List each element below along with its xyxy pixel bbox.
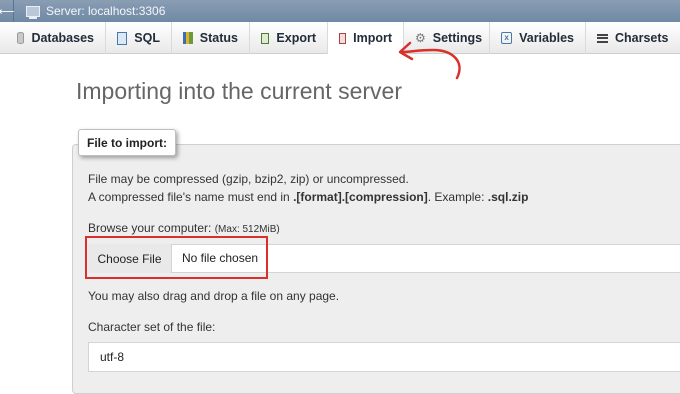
- status-icon: [183, 32, 193, 44]
- filename-rule: A compressed file's name must end in .[f…: [88, 190, 528, 204]
- tab-import[interactable]: Import: [328, 22, 404, 55]
- fieldset-legend: File to import:: [78, 129, 176, 156]
- charset-select[interactable]: utf-8: [88, 342, 680, 372]
- annotation-arrow-icon: [398, 41, 461, 80]
- sql-icon: [117, 31, 128, 45]
- tab-charsets[interactable]: Charsets: [586, 22, 680, 54]
- tab-label: Variables: [519, 31, 574, 45]
- tab-export[interactable]: Export: [250, 22, 328, 54]
- charsets-icon: [597, 33, 608, 43]
- max-size-label: (Max: 512MiB): [214, 224, 280, 235]
- charset-label: Character set of the file:: [88, 320, 216, 334]
- export-icon: [261, 32, 270, 44]
- filename-rule-prefix: A compressed file's name must end in: [88, 190, 294, 204]
- tab-variables[interactable]: x Variables: [490, 22, 586, 54]
- tab-databases[interactable]: Databases: [0, 22, 106, 54]
- tab-status[interactable]: Status: [172, 22, 250, 54]
- back-arrow-icon[interactable]: ⟵: [0, 0, 14, 22]
- browse-label: Browse your computer: (Max: 512MiB): [88, 221, 280, 235]
- drag-drop-note: You may also drag and drop a file on any…: [88, 289, 340, 303]
- tab-label: SQL: [134, 31, 160, 45]
- filename-rule-example-prefix: . Example:: [427, 190, 488, 204]
- tab-label: Charsets: [615, 31, 669, 45]
- annotation-highlight-box: [85, 236, 268, 279]
- variables-icon: x: [501, 32, 513, 44]
- import-icon: [339, 32, 347, 44]
- server-icon: [26, 5, 40, 19]
- tab-sql[interactable]: SQL: [106, 22, 172, 54]
- main-tabs: Databases SQL Status Export Import ⚙ Set…: [0, 22, 680, 55]
- filename-rule-example: .sql.zip: [487, 190, 529, 204]
- tab-label: Import: [353, 31, 392, 45]
- tab-label: Databases: [31, 31, 94, 45]
- filename-rule-format: .[format].[compression]: [293, 190, 428, 204]
- browse-label-text: Browse your computer:: [88, 221, 215, 235]
- compression-note: File may be compressed (gzip, bzip2, zip…: [88, 172, 409, 186]
- tab-label: Status: [199, 31, 238, 45]
- page-title: Importing into the current server: [76, 78, 402, 104]
- database-icon: [17, 32, 25, 44]
- server-breadcrumb-bar: ⟵ Server: localhost:3306: [0, 0, 680, 22]
- tab-label: Export: [276, 31, 316, 45]
- server-breadcrumb[interactable]: Server: localhost:3306: [46, 4, 165, 18]
